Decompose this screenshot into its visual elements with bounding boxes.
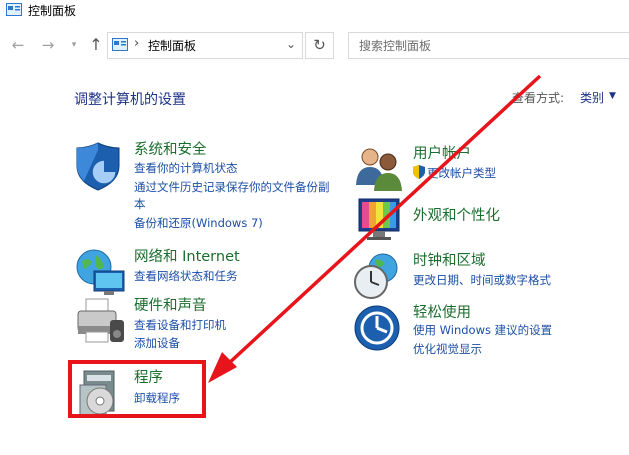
- arrow-up-icon: ↑: [89, 35, 103, 54]
- search-input[interactable]: [357, 36, 621, 56]
- category-title[interactable]: 外观和个性化: [413, 204, 500, 225]
- forward-button[interactable]: →: [38, 35, 58, 55]
- shield-icon: [76, 142, 120, 191]
- link-uninstall-program[interactable]: 卸载程序: [134, 390, 180, 406]
- users-icon: [356, 148, 402, 191]
- ease-of-access-icon: [354, 305, 400, 351]
- view-by-dropdown[interactable]: 类别: [580, 89, 604, 106]
- category-title[interactable]: 用户帐户: [413, 142, 471, 163]
- display-icon: [358, 198, 400, 240]
- search-box[interactable]: [348, 32, 629, 59]
- window-title: 控制面板: [28, 4, 77, 18]
- globe-network-icon: [76, 249, 125, 295]
- refresh-icon: ↻: [313, 36, 326, 54]
- category-user-accounts: 用户帐户 更改帐户类型: [353, 142, 613, 191]
- navigation-bar: ← → ▾ ↑ › 控制面板 ⌄ ↻: [0, 22, 629, 68]
- chevron-down-icon[interactable]: ⌄: [286, 37, 296, 51]
- title-bar: 控制面板: [0, 0, 629, 22]
- category-programs: 程序 卸载程序: [74, 367, 204, 417]
- address-bar[interactable]: › 控制面板 ⌄: [107, 32, 303, 59]
- clock-globe-icon: [354, 253, 398, 299]
- link-view-devices-printers[interactable]: 查看设备和打印机: [134, 317, 226, 333]
- link-file-history-backup[interactable]: 通过文件历史记录保存你的文件备份副: [134, 179, 330, 195]
- control-panel-icon: [112, 38, 128, 51]
- chevron-down-icon: ▾: [71, 40, 77, 50]
- link-optimize-visual-display[interactable]: 优化视觉显示: [413, 341, 482, 357]
- category-title[interactable]: 时钟和区域: [413, 249, 486, 270]
- uac-shield-icon: [413, 165, 425, 179]
- category-title[interactable]: 程序: [134, 366, 163, 387]
- category-title[interactable]: 系统和安全: [134, 138, 207, 159]
- link-change-account-type[interactable]: 更改帐户类型: [427, 165, 496, 181]
- category-appearance: 外观和个性化: [353, 195, 613, 240]
- programs-disc-icon: [79, 370, 115, 416]
- view-by-label: 查看方式:: [512, 91, 565, 105]
- page-title: 调整计算机的设置: [74, 92, 186, 108]
- control-panel-icon: [6, 3, 22, 16]
- link-add-device[interactable]: 添加设备: [134, 335, 180, 351]
- back-button[interactable]: ←: [8, 35, 28, 55]
- category-title[interactable]: 硬件和声音: [134, 294, 207, 315]
- category-title[interactable]: 轻松使用: [413, 301, 471, 322]
- printer-icon: [77, 298, 124, 343]
- breadcrumb-control-panel[interactable]: 控制面板: [148, 37, 196, 54]
- breadcrumb-separator: ›: [134, 36, 140, 51]
- arrow-right-icon: →: [41, 36, 55, 54]
- link-network-status[interactable]: 查看网络状态和任务: [134, 268, 238, 284]
- up-button[interactable]: ↑: [86, 35, 106, 55]
- category-title[interactable]: 网络和 Internet: [134, 245, 240, 266]
- link-backup-restore[interactable]: 备份和还原(Windows 7): [134, 215, 263, 231]
- recent-locations-button[interactable]: ▾: [64, 35, 84, 55]
- link-view-computer-status[interactable]: 查看你的计算机状态: [134, 160, 238, 176]
- category-network-internet: 网络和 Internet 查看网络状态和任务: [74, 245, 334, 295]
- annotation-arrow-head: [208, 352, 237, 383]
- arrow-left-icon: ←: [11, 36, 25, 54]
- refresh-button[interactable]: ↻: [305, 32, 334, 59]
- link-change-date-time-format[interactable]: 更改日期、时间或数字格式: [413, 272, 551, 288]
- category-hardware-sound: 硬件和声音 查看设备和打印机 添加设备: [74, 296, 334, 356]
- category-ease-of-access: 轻松使用 使用 Windows 建议的设置 优化视觉显示: [353, 302, 623, 362]
- link-file-history-backup-cont[interactable]: 本: [134, 196, 146, 212]
- category-system-security: 系统和安全 查看你的计算机状态 通过文件历史记录保存你的文件备份副 本 备份和还…: [74, 140, 354, 235]
- link-use-windows-recommended-settings[interactable]: 使用 Windows 建议的设置: [413, 322, 552, 338]
- chevron-down-icon[interactable]: ▼: [609, 91, 616, 101]
- category-clock-region: 时钟和区域 更改日期、时间或数字格式: [353, 250, 623, 300]
